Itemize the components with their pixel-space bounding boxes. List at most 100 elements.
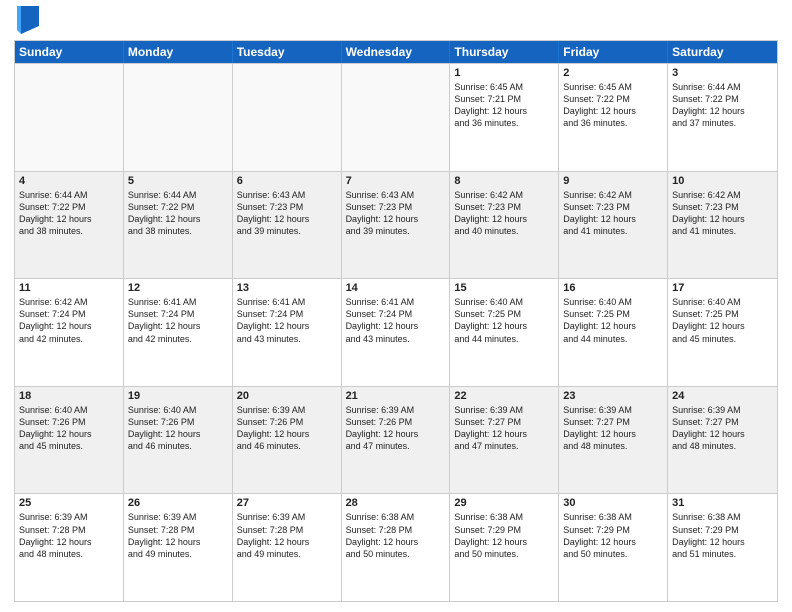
calendar-cell: 8 Sunrise: 6:42 AMSunset: 7:23 PMDaylight…: [450, 172, 559, 279]
calendar-cell: 17 Sunrise: 6:40 AMSunset: 7:25 PMDayligh…: [668, 279, 777, 386]
cell-text: Sunrise: 6:39 AMSunset: 7:26 PMDaylight:…: [237, 404, 337, 453]
day-number: 27: [237, 497, 337, 509]
day-number: 11: [19, 282, 119, 294]
calendar-cell: 4 Sunrise: 6:44 AMSunset: 7:22 PMDaylight…: [15, 172, 124, 279]
day-number: 2: [563, 67, 663, 79]
calendar-body: 1Sunrise: 6:45 AMSunset: 7:21 PMDaylight…: [15, 63, 777, 601]
cell-text: Sunrise: 6:40 AMSunset: 7:26 PMDaylight:…: [19, 404, 119, 453]
calendar-cell: 28 Sunrise: 6:38 AMSunset: 7:28 PMDayligh…: [342, 494, 451, 601]
cell-text: Sunrise: 6:44 AMSunset: 7:22 PMDaylight:…: [19, 189, 119, 238]
calendar-cell: 5 Sunrise: 6:44 AMSunset: 7:22 PMDaylight…: [124, 172, 233, 279]
cell-text: Sunrise: 6:42 AMSunset: 7:23 PMDaylight:…: [563, 189, 663, 238]
day-number: 24: [672, 390, 773, 402]
cell-text: Sunrise: 6:43 AMSunset: 7:23 PMDaylight:…: [346, 189, 446, 238]
calendar-cell: 22 Sunrise: 6:39 AMSunset: 7:27 PMDayligh…: [450, 387, 559, 494]
calendar-header-cell: Tuesday: [233, 41, 342, 63]
calendar-cell: 27Sunrise: 6:39 AMSunset: 7:28 PMDayligh…: [233, 494, 342, 601]
cell-text: Sunrise: 6:45 AMSunset: 7:21 PMDaylight:…: [454, 81, 554, 130]
calendar-cell: 3 Sunrise: 6:44 AMSunset: 7:22 PMDaylight…: [668, 64, 777, 171]
calendar-header: SundayMondayTuesdayWednesdayThursdayFrid…: [15, 41, 777, 63]
calendar-cell: 6Sunrise: 6:43 AMSunset: 7:23 PMDaylight…: [233, 172, 342, 279]
calendar-cell: 21 Sunrise: 6:39 AMSunset: 7:26 PMDayligh…: [342, 387, 451, 494]
cell-text: Sunrise: 6:38 AMSunset: 7:29 PMDaylight:…: [672, 511, 773, 560]
cell-text: Sunrise: 6:42 AMSunset: 7:23 PMDaylight:…: [672, 189, 773, 238]
logo-icon: [17, 6, 39, 34]
calendar-cell: 11 Sunrise: 6:42 AMSunset: 7:24 PMDayligh…: [15, 279, 124, 386]
day-number: 13: [237, 282, 337, 294]
calendar-cell: 25 Sunrise: 6:39 AMSunset: 7:28 PMDayligh…: [15, 494, 124, 601]
day-number: 9: [563, 175, 663, 187]
page: SundayMondayTuesdayWednesdayThursdayFrid…: [0, 0, 792, 612]
calendar-header-cell: Saturday: [668, 41, 777, 63]
cell-text: Sunrise: 6:39 AMSunset: 7:27 PMDaylight:…: [563, 404, 663, 453]
calendar-header-cell: Monday: [124, 41, 233, 63]
logo: [14, 10, 39, 34]
cell-text: Sunrise: 6:40 AMSunset: 7:25 PMDaylight:…: [454, 296, 554, 345]
cell-text: Sunrise: 6:42 AMSunset: 7:23 PMDaylight:…: [454, 189, 554, 238]
day-number: 25: [19, 497, 119, 509]
cell-text: Sunrise: 6:41 AMSunset: 7:24 PMDaylight:…: [346, 296, 446, 345]
day-number: 26: [128, 497, 228, 509]
calendar-cell: 30Sunrise: 6:38 AMSunset: 7:29 PMDayligh…: [559, 494, 668, 601]
day-number: 15: [454, 282, 554, 294]
calendar-cell: 29 Sunrise: 6:38 AMSunset: 7:29 PMDayligh…: [450, 494, 559, 601]
day-number: 22: [454, 390, 554, 402]
cell-text: Sunrise: 6:39 AMSunset: 7:28 PMDaylight:…: [19, 511, 119, 560]
day-number: 3: [672, 67, 773, 79]
cell-text: Sunrise: 6:44 AMSunset: 7:22 PMDaylight:…: [672, 81, 773, 130]
day-number: 4: [19, 175, 119, 187]
day-number: 6: [237, 175, 337, 187]
calendar-cell: 31 Sunrise: 6:38 AMSunset: 7:29 PMDayligh…: [668, 494, 777, 601]
calendar-header-cell: Thursday: [450, 41, 559, 63]
calendar-cell: 19Sunrise: 6:40 AMSunset: 7:26 PMDayligh…: [124, 387, 233, 494]
calendar-cell: 12 Sunrise: 6:41 AMSunset: 7:24 PMDayligh…: [124, 279, 233, 386]
cell-text: Sunrise: 6:44 AMSunset: 7:22 PMDaylight:…: [128, 189, 228, 238]
cell-text: Sunrise: 6:39 AMSunset: 7:27 PMDaylight:…: [672, 404, 773, 453]
cell-text: Sunrise: 6:39 AMSunset: 7:26 PMDaylight:…: [346, 404, 446, 453]
cell-text: Sunrise: 6:38 AMSunset: 7:28 PMDaylight:…: [346, 511, 446, 560]
calendar-cell: 18 Sunrise: 6:40 AMSunset: 7:26 PMDayligh…: [15, 387, 124, 494]
day-number: 21: [346, 390, 446, 402]
cell-text: Sunrise: 6:40 AMSunset: 7:25 PMDaylight:…: [672, 296, 773, 345]
calendar-header-cell: Friday: [559, 41, 668, 63]
calendar-header-cell: Sunday: [15, 41, 124, 63]
day-number: 5: [128, 175, 228, 187]
day-number: 19: [128, 390, 228, 402]
calendar-cell: [342, 64, 451, 171]
day-number: 28: [346, 497, 446, 509]
cell-text: Sunrise: 6:41 AMSunset: 7:24 PMDaylight:…: [237, 296, 337, 345]
day-number: 16: [563, 282, 663, 294]
day-number: 10: [672, 175, 773, 187]
calendar-week-row: 18 Sunrise: 6:40 AMSunset: 7:26 PMDayligh…: [15, 386, 777, 494]
calendar-cell: 20 Sunrise: 6:39 AMSunset: 7:26 PMDayligh…: [233, 387, 342, 494]
calendar-week-row: 11 Sunrise: 6:42 AMSunset: 7:24 PMDayligh…: [15, 278, 777, 386]
cell-text: Sunrise: 6:39 AMSunset: 7:27 PMDaylight:…: [454, 404, 554, 453]
day-number: 20: [237, 390, 337, 402]
cell-text: Sunrise: 6:38 AMSunset: 7:29 PMDaylight:…: [454, 511, 554, 560]
calendar-cell: 23 Sunrise: 6:39 AMSunset: 7:27 PMDayligh…: [559, 387, 668, 494]
calendar-cell: 13 Sunrise: 6:41 AMSunset: 7:24 PMDayligh…: [233, 279, 342, 386]
day-number: 14: [346, 282, 446, 294]
calendar-cell: 2Sunrise: 6:45 AMSunset: 7:22 PMDaylight…: [559, 64, 668, 171]
calendar-cell: 9 Sunrise: 6:42 AMSunset: 7:23 PMDaylight…: [559, 172, 668, 279]
day-number: 12: [128, 282, 228, 294]
cell-text: Sunrise: 6:41 AMSunset: 7:24 PMDaylight:…: [128, 296, 228, 345]
day-number: 7: [346, 175, 446, 187]
calendar-cell: 10 Sunrise: 6:42 AMSunset: 7:23 PMDayligh…: [668, 172, 777, 279]
calendar-cell: 26Sunrise: 6:39 AMSunset: 7:28 PMDayligh…: [124, 494, 233, 601]
day-number: 18: [19, 390, 119, 402]
header: [14, 10, 778, 34]
day-number: 8: [454, 175, 554, 187]
cell-text: Sunrise: 6:42 AMSunset: 7:24 PMDaylight:…: [19, 296, 119, 345]
calendar-cell: 14 Sunrise: 6:41 AMSunset: 7:24 PMDayligh…: [342, 279, 451, 386]
day-number: 31: [672, 497, 773, 509]
day-number: 29: [454, 497, 554, 509]
calendar-cell: 1Sunrise: 6:45 AMSunset: 7:21 PMDaylight…: [450, 64, 559, 171]
calendar-week-row: 1Sunrise: 6:45 AMSunset: 7:21 PMDaylight…: [15, 63, 777, 171]
calendar-cell: 16 Sunrise: 6:40 AMSunset: 7:25 PMDayligh…: [559, 279, 668, 386]
day-number: 17: [672, 282, 773, 294]
calendar-cell: 24 Sunrise: 6:39 AMSunset: 7:27 PMDayligh…: [668, 387, 777, 494]
cell-text: Sunrise: 6:40 AMSunset: 7:25 PMDaylight:…: [563, 296, 663, 345]
day-number: 23: [563, 390, 663, 402]
calendar-week-row: 4 Sunrise: 6:44 AMSunset: 7:22 PMDaylight…: [15, 171, 777, 279]
